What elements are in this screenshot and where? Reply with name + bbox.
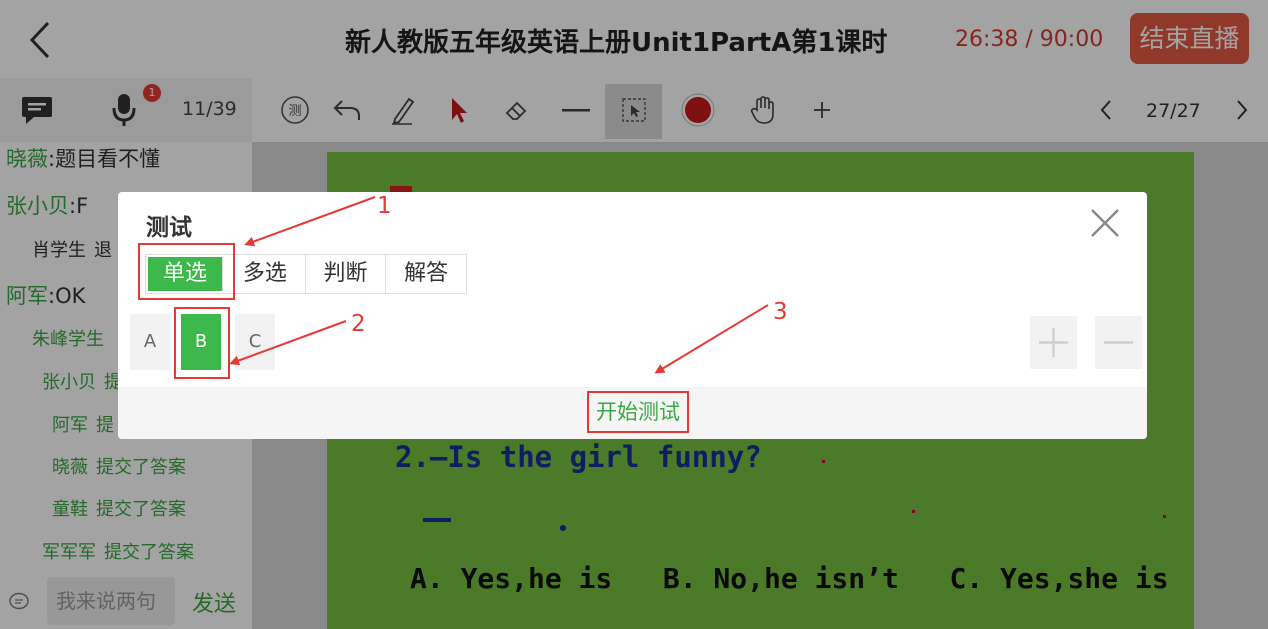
close-icon[interactable] xyxy=(1088,206,1122,240)
annotation-box-option xyxy=(174,307,230,379)
tab-true-false[interactable]: 判断 xyxy=(305,255,387,293)
add-option-button[interactable] xyxy=(1030,316,1077,369)
option-a[interactable]: A xyxy=(130,314,170,370)
minus-icon xyxy=(1104,341,1133,344)
start-quiz-button[interactable]: 开始测试 xyxy=(587,391,689,433)
modal-backdrop-top xyxy=(0,0,1268,78)
annotation-box-tab xyxy=(138,243,235,300)
tab-multiple-choice[interactable]: 多选 xyxy=(225,255,306,293)
option-c[interactable]: C xyxy=(235,314,275,370)
annotation-number: 1 xyxy=(377,193,392,219)
plus-icon xyxy=(1039,328,1068,357)
remove-option-button[interactable] xyxy=(1095,316,1142,369)
annotation-number: 2 xyxy=(351,311,366,337)
quiz-dialog: 测试 单选 多选 判断 解答 A B C 开始测试 xyxy=(118,192,1147,439)
annotation-number: 3 xyxy=(773,299,788,325)
dialog-title: 测试 xyxy=(146,215,192,241)
dialog-footer: 开始测试 xyxy=(118,387,1147,439)
tab-free-answer[interactable]: 解答 xyxy=(386,255,466,293)
